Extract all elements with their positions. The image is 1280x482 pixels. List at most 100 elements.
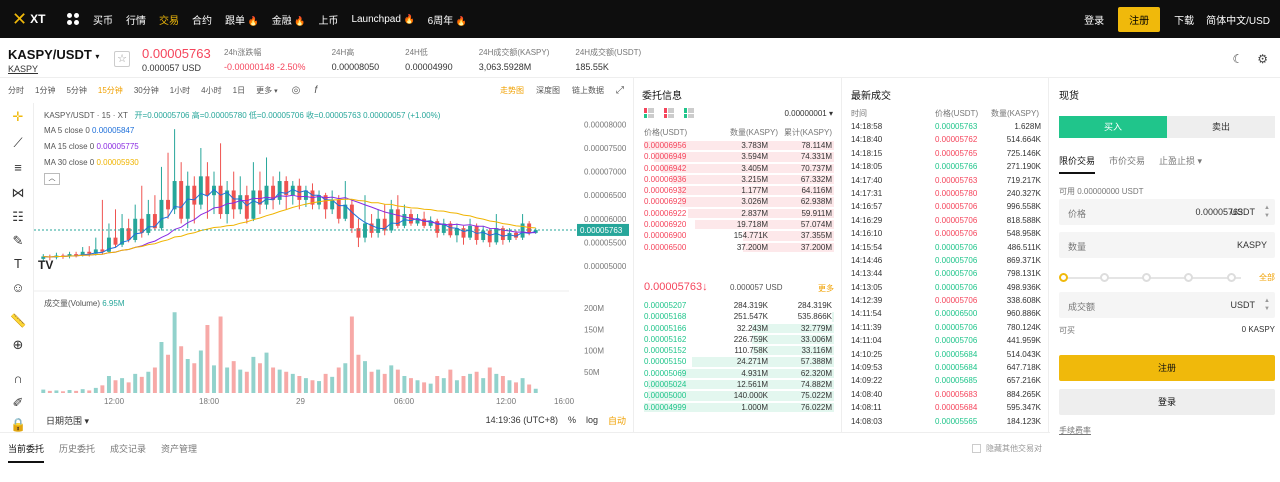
orderbook-row[interactable]: 0.00006936 3.215M 67.332M [636, 174, 842, 185]
orderbook-row[interactable]: 0.00005152 110.758K 33.116M [636, 345, 842, 356]
chart-tab-1[interactable]: 深度图 [536, 85, 560, 96]
nav-item-1[interactable]: 行情 [126, 12, 146, 27]
interval-3[interactable]: 15分钟 [98, 85, 123, 96]
orderbook-row[interactable]: 0.00005024 12.561M 74.882M [636, 379, 842, 390]
orderbook-row[interactable]: 0.00005150 24.271M 57.388M [636, 356, 842, 367]
stepper-icon[interactable]: ▲ ▼ [1264, 297, 1270, 313]
orderbook-row[interactable]: 0.00006932 1.177M 64.116M [636, 185, 842, 196]
tab-order-history[interactable]: 历史委托 [59, 442, 95, 455]
interval-7[interactable]: 1日 [233, 85, 245, 96]
ob-more-link[interactable]: 更多 [818, 283, 834, 294]
brush-icon[interactable]: ✎ [10, 233, 26, 249]
percent-toggle[interactable]: % [568, 415, 576, 425]
slider-dot-50[interactable] [1142, 273, 1151, 282]
interval-5[interactable]: 1小时 [170, 85, 190, 96]
interval-0[interactable]: 分时 [8, 85, 24, 96]
login-submit-button[interactable]: 登录 [1059, 389, 1275, 415]
log-toggle[interactable]: log [586, 415, 598, 425]
orderbook-row[interactable]: 0.00005000 140.000K 75.022M [636, 390, 842, 401]
nav-item-5[interactable]: 金融 🔥 [272, 12, 306, 27]
nav-item-7[interactable]: Launchpad 🔥 [351, 14, 414, 25]
hide-other-pairs[interactable]: 隐藏其他交易对 [972, 443, 1042, 454]
all-button[interactable]: 全部 [1259, 272, 1275, 283]
nav-item-0[interactable]: 买币 [93, 12, 113, 27]
dark-mode-icon[interactable]: ☾ [1232, 52, 1243, 66]
orderbook-row[interactable]: 0.00005069 4.931M 62.320M [636, 368, 842, 379]
interval-1[interactable]: 1分钟 [35, 85, 55, 96]
register-submit-button[interactable]: 注册 [1059, 355, 1275, 381]
lock-draw-icon[interactable]: ✐ [10, 395, 26, 411]
register-button[interactable]: 注册 [1118, 6, 1161, 32]
formula-icon[interactable]: f [314, 85, 317, 96]
nav-item-2[interactable]: 交易 [159, 12, 179, 27]
horizontal-lines-icon[interactable]: ≡ [10, 160, 26, 175]
nav-item-3[interactable]: 合约 [192, 12, 212, 27]
orderbook-row[interactable]: 0.00006922 2.837M 59.911M [636, 208, 842, 219]
ruler-icon[interactable]: 📏 [10, 313, 26, 329]
slider-dot-75[interactable] [1184, 273, 1193, 282]
legend-collapse-button[interactable]: ︿ [44, 173, 60, 185]
language-selector[interactable]: 简体中文/USD [1206, 12, 1270, 27]
lock-icon[interactable]: 🔒 [10, 417, 26, 433]
settings-gear-icon[interactable]: ⚙ [1257, 52, 1268, 66]
indicator-icon[interactable]: ◎ [292, 85, 301, 96]
slider-dot-0[interactable] [1059, 273, 1068, 282]
orderbook-row[interactable]: 0.00006949 3.594M 74.331M [636, 151, 842, 162]
trend-line-icon[interactable]: ⟋ [10, 135, 26, 151]
fib-icon[interactable]: ☷ [10, 209, 26, 225]
crosshair-icon[interactable]: ✛ [10, 109, 26, 125]
tab-limit[interactable]: 限价交易 [1059, 154, 1096, 174]
stepper-icon[interactable]: ▲ ▼ [1264, 204, 1270, 220]
pattern-icon[interactable]: ⋈ [10, 185, 26, 201]
amount-slider[interactable]: 全部 [1059, 271, 1275, 285]
orderbook-row[interactable]: 0.00005166 32.243M 32.779M [636, 323, 842, 334]
checkbox[interactable] [972, 444, 981, 453]
orderbook-row[interactable]: 0.00006942 3.405M 70.737M [636, 163, 842, 174]
text-tool-icon[interactable]: T [10, 256, 26, 271]
slider-dot-25[interactable] [1100, 273, 1109, 282]
pair-selector[interactable]: KASPY/USDT ▾ KASPY [8, 47, 106, 74]
tab-open-orders[interactable]: 当前委托 [8, 442, 45, 463]
pair-base-link[interactable]: KASPY [8, 64, 106, 74]
precision-select[interactable]: 0.00000001 ▾ [784, 109, 833, 118]
orderbook-row[interactable]: 0.00005162 226.759K 33.006M [636, 334, 842, 345]
total-input[interactable]: 成交额 USDT ▲ ▼ [1059, 292, 1275, 318]
download-link[interactable]: 下载 [1174, 12, 1194, 27]
interval-8[interactable]: 更多 [256, 85, 272, 96]
orderbook-row[interactable]: 0.00006500 37.200M 37.200M [636, 242, 842, 253]
nav-item-4[interactable]: 跟单 🔥 [225, 12, 259, 27]
chart-plot[interactable]: 0.00008000 0.00007500 0.00007000 0.00006500… [34, 103, 634, 432]
orderbook-row[interactable]: 0.00006929 3.026M 62.938M [636, 196, 842, 207]
chart-tab-2[interactable]: 链上数据 [572, 85, 604, 96]
book-asks-icon[interactable] [664, 108, 674, 118]
chart-tab-0[interactable]: 走势图 [500, 85, 524, 96]
auto-toggle[interactable]: 自动 [608, 414, 626, 427]
fullscreen-icon[interactable]: ⤢ [616, 85, 624, 96]
book-bids-icon[interactable] [684, 108, 694, 118]
magnet-icon[interactable]: ∩ [10, 371, 26, 386]
orderbook-row[interactable]: 0.00005168 251.547K 535.866K [636, 311, 842, 322]
orderbook-row[interactable]: 0.00006900 154.771K 37.355M [636, 230, 842, 241]
orderbook-row[interactable]: 0.00004999 1.000M 76.022M [636, 402, 842, 413]
fee-rate-link[interactable]: 手续费率 [1059, 425, 1091, 436]
tab-stop[interactable]: 止盈止损 ▾ [1159, 154, 1202, 174]
emoji-icon[interactable]: ☺ [10, 280, 26, 295]
slider-dot-100[interactable] [1227, 273, 1236, 282]
xt-logo[interactable]: ✕ XT [12, 9, 67, 30]
tab-trade-history[interactable]: 成交记录 [110, 442, 146, 455]
zoom-in-icon[interactable]: ⊕ [10, 337, 26, 353]
apps-grid-icon[interactable] [67, 13, 79, 25]
amount-input[interactable]: 数量 KASPY [1059, 232, 1275, 258]
tab-market[interactable]: 市价交易 [1109, 154, 1145, 174]
buy-tab[interactable]: 买入 [1059, 116, 1167, 138]
interval-6[interactable]: 4小时 [201, 85, 221, 96]
interval-2[interactable]: 5分钟 [66, 85, 86, 96]
nav-item-8[interactable]: 6周年 🔥 [428, 12, 467, 27]
nav-item-6[interactable]: 上币 [318, 12, 338, 27]
book-both-icon[interactable] [644, 108, 654, 118]
orderbook-row[interactable]: 0.00006956 3.783M 78.114M [636, 140, 842, 151]
date-range-selector[interactable]: 日期范围 ▾ [46, 414, 89, 427]
orderbook-row[interactable]: 0.00006920 19.718M 57.074M [636, 219, 842, 230]
price-input[interactable]: 价格 0.00005763 USDT ▲ ▼ [1059, 199, 1275, 225]
favorite-star-icon[interactable]: ☆ [114, 51, 130, 67]
